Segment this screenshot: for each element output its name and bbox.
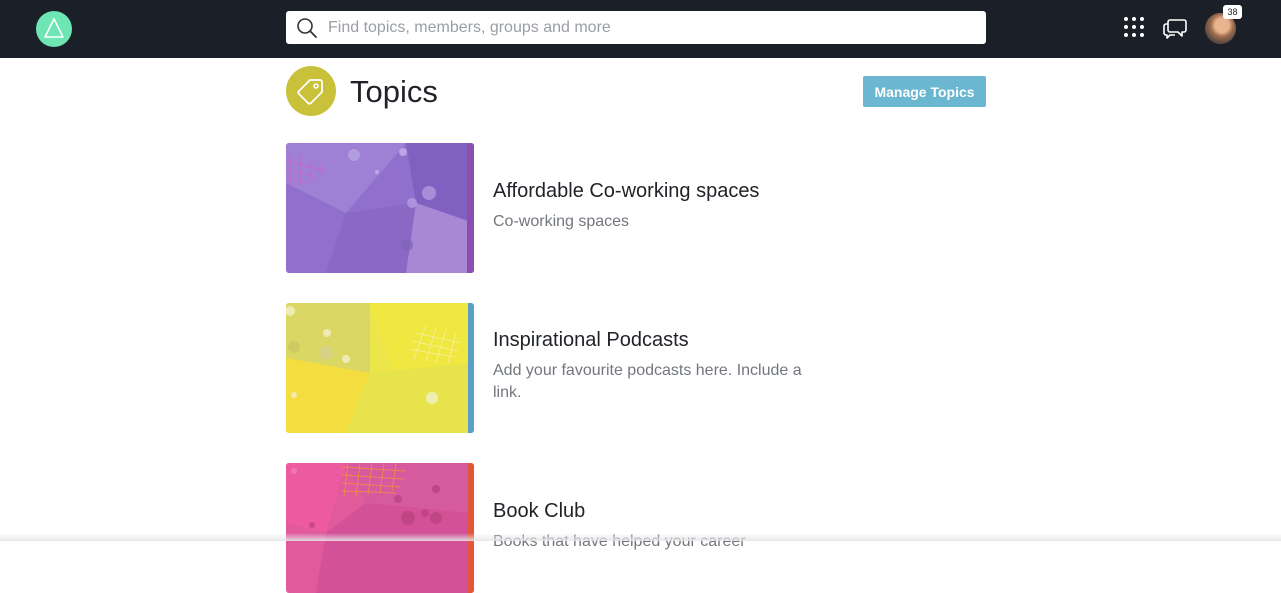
search-input[interactable] [328, 11, 968, 44]
search-icon [297, 18, 317, 38]
tag-icon [286, 66, 336, 116]
topic-name[interactable]: Affordable Co-working spaces [493, 178, 759, 204]
chat-icon[interactable] [1162, 14, 1188, 40]
notification-badge: 38 [1223, 5, 1242, 19]
search-box[interactable] [286, 11, 986, 44]
top-nav-bar: 38 [0, 0, 1281, 58]
topic-item-book-club[interactable]: Book Club Books that have helped your ca… [286, 463, 846, 593]
topic-item-affordable-coworking[interactable]: Affordable Co-working spaces Co-working … [286, 143, 846, 273]
topic-thumbnail [286, 303, 474, 433]
topic-name[interactable]: Book Club [493, 498, 585, 524]
bottom-scroll-fade [0, 533, 1281, 541]
topic-item-inspirational-podcasts[interactable]: Inspirational Podcasts Add your favourit… [286, 303, 846, 433]
topic-thumbnail [286, 143, 474, 273]
topic-description: Co-working spaces [493, 213, 630, 230]
logo-triangle-icon[interactable] [36, 11, 72, 47]
manage-topics-button[interactable]: Manage Topics [863, 76, 986, 107]
apps-grid-icon[interactable] [1123, 16, 1145, 38]
page-title: Topics [350, 74, 438, 109]
topic-thumbnail [286, 463, 474, 593]
topic-name[interactable]: Inspirational Podcasts [493, 327, 689, 353]
topic-description: Add your favourite podcasts here. Includ… [493, 362, 802, 401]
